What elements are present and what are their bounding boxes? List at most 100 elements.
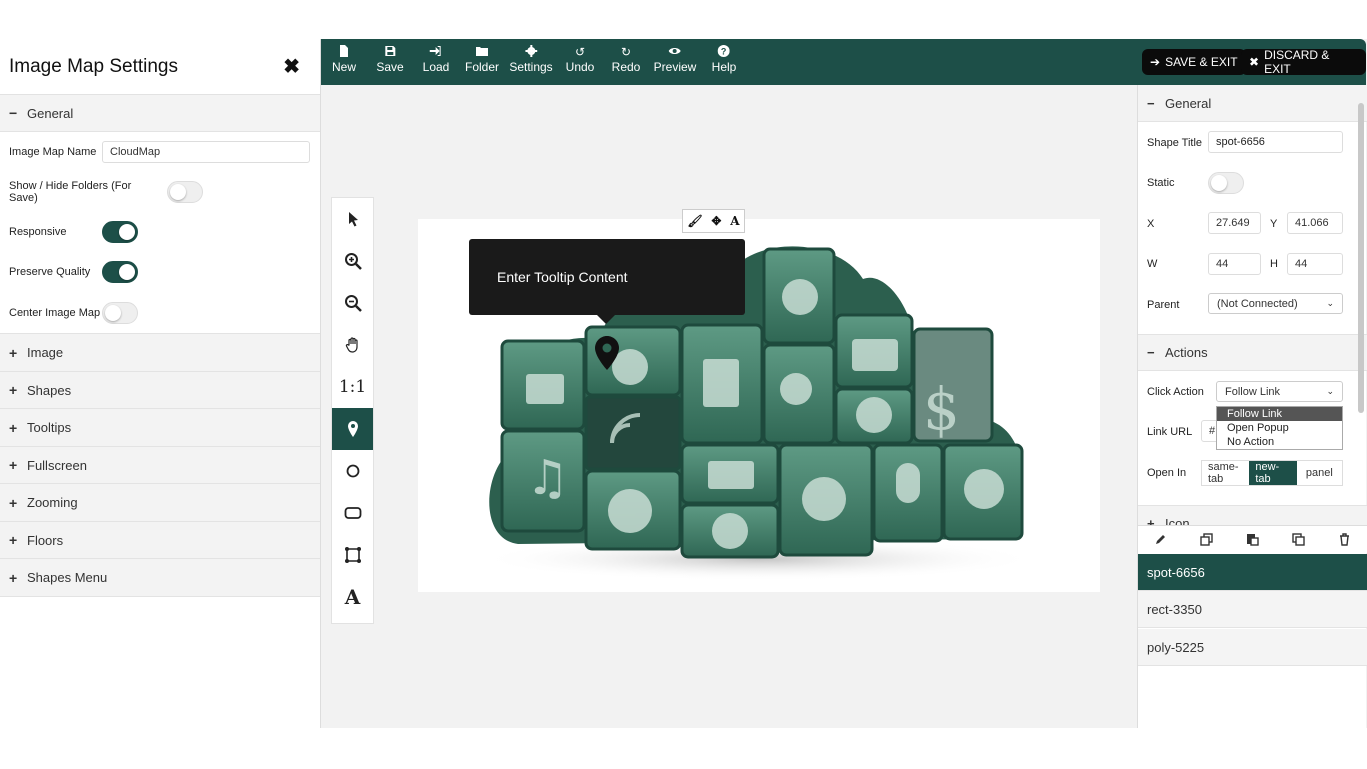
click-action-dropdown: Follow Link Open Popup No Action [1216,406,1343,450]
minus-icon: − [9,105,18,121]
y-input[interactable]: 41.066 [1287,212,1343,234]
circle-icon [346,464,359,478]
shape-settings-scroll[interactable]: − General Shape Title spot-6656 Static X… [1138,85,1367,525]
scrollbar[interactable] [1358,91,1364,417]
help-label: Help [711,60,737,74]
section-label: Shapes Menu [27,570,108,585]
section-zooming[interactable]: + Zooming [0,484,320,522]
trash-icon[interactable] [1338,533,1351,546]
polygon-tool[interactable] [332,534,373,576]
center-image-map-toggle[interactable] [102,301,138,324]
shape-title-input[interactable]: spot-6656 [1208,131,1343,153]
paste-icon[interactable] [1246,533,1259,546]
discard-exit-label: DISCARD & EXIT [1264,48,1330,76]
plus-icon: + [9,532,18,548]
spot-marker-icon[interactable] [594,335,620,371]
click-action-value: Follow Link [1225,385,1281,398]
section-floors[interactable]: + Floors [0,522,320,559]
floppy-icon [376,45,403,60]
eye-icon [654,45,697,60]
actual-size-tool[interactable]: 1:1 [332,366,373,408]
duplicate-icon[interactable] [1200,533,1213,546]
folder-button[interactable]: Folder [465,45,499,74]
move-icon[interactable]: ✥ [711,214,721,228]
text-style-icon[interactable]: A [730,214,739,228]
zoom-in-tool[interactable] [332,240,373,282]
select-tool[interactable] [332,198,373,240]
image-map-name-input[interactable]: CloudMap [102,141,310,163]
responsive-toggle[interactable] [102,221,138,243]
discard-exit-button[interactable]: ✖ DISCARD & EXIT [1241,48,1366,76]
zoom-in-icon [344,253,362,270]
section-tooltips[interactable]: + Tooltips [0,409,320,447]
save-button[interactable]: Save [376,45,404,74]
tooltip-preview[interactable]: Enter Tooltip Content [469,239,745,324]
static-label: Static [1147,177,1175,189]
preserve-quality-toggle[interactable] [102,261,138,283]
zoom-out-tool[interactable] [332,282,373,324]
save-exit-button[interactable]: ➔ SAVE & EXIT [1142,49,1246,75]
section-fullscreen[interactable]: + Fullscreen [0,447,320,484]
tool-palette: 1:1 A [331,197,374,624]
option-open-popup[interactable]: Open Popup [1217,421,1342,435]
open-in-panel[interactable]: panel [1297,461,1342,485]
load-label: Load [422,60,450,74]
plus-icon: + [9,494,18,511]
times-icon: ✖ [1249,55,1260,69]
pencil-icon[interactable] [1154,533,1167,546]
x-input[interactable]: 27.649 [1208,212,1261,234]
right-section-general[interactable]: − General [1138,85,1367,122]
rect-tool[interactable] [332,492,373,534]
settings-button[interactable]: Settings [509,45,553,74]
shape-item[interactable]: rect-3350 [1138,591,1367,628]
right-section-actions[interactable]: − Actions [1138,334,1367,371]
parent-select[interactable]: (Not Connected) ⌄ [1208,293,1343,314]
redo-button[interactable]: ↻ Redo [612,45,641,74]
plus-icon: + [9,569,18,586]
brush-icon[interactable]: 🖌 [687,214,702,228]
shape-title-label: Shape Title [1147,137,1203,149]
h-label: H [1270,258,1278,270]
shape-item[interactable]: poly-5225 [1138,629,1367,666]
scrollbar-thumb[interactable] [1358,103,1364,413]
section-label: Fullscreen [27,457,87,473]
spot-tool[interactable] [332,408,373,450]
section-label: Image [27,345,64,360]
section-image[interactable]: + Image [0,334,320,372]
close-icon[interactable]: ✖ [283,54,300,79]
right-section-icon[interactable]: + Icon [1138,505,1367,525]
copy-icon[interactable] [1292,533,1305,546]
static-toggle[interactable] [1208,172,1244,194]
show-hide-folders-toggle[interactable] [167,181,203,203]
section-shapes-menu[interactable]: + Shapes Menu [0,559,320,597]
shape-item[interactable]: spot-6656 [1138,554,1367,591]
redo-label: Redo [611,60,641,74]
hand-icon [345,337,358,353]
text-tool[interactable]: A [332,576,373,618]
undo-button[interactable]: ↺ Undo [566,45,595,74]
y-label: Y [1270,218,1278,230]
click-action-select[interactable]: Follow Link ⌄ [1216,381,1343,402]
h-input[interactable]: 44 [1287,253,1343,275]
folder-label: Folder [464,60,500,74]
option-follow-link[interactable]: Follow Link [1217,407,1342,421]
text-icon: A [344,585,361,609]
section-shapes[interactable]: + Shapes [0,372,320,409]
minus-icon: − [1147,345,1155,360]
new-button[interactable]: New [332,45,356,74]
shape-actions-bar [1138,525,1367,553]
w-input[interactable]: 44 [1208,253,1261,275]
section-general[interactable]: − General [0,95,320,132]
open-in-same-tab[interactable]: same-tab [1202,461,1249,485]
circle-tool[interactable] [332,450,373,492]
pan-tool[interactable] [332,324,373,366]
help-button[interactable]: ? Help [711,45,737,74]
image-map-name-label: Image Map Name [9,146,97,158]
open-in-new-tab[interactable]: new-tab [1249,461,1297,485]
link-url-label: Link URL [1147,426,1193,438]
undo-label: Undo [565,60,595,74]
load-button[interactable]: Load [422,45,450,74]
settings-title: Image Map Settings [9,55,178,77]
option-no-action[interactable]: No Action [1217,435,1342,449]
preview-button[interactable]: Preview [654,45,697,74]
